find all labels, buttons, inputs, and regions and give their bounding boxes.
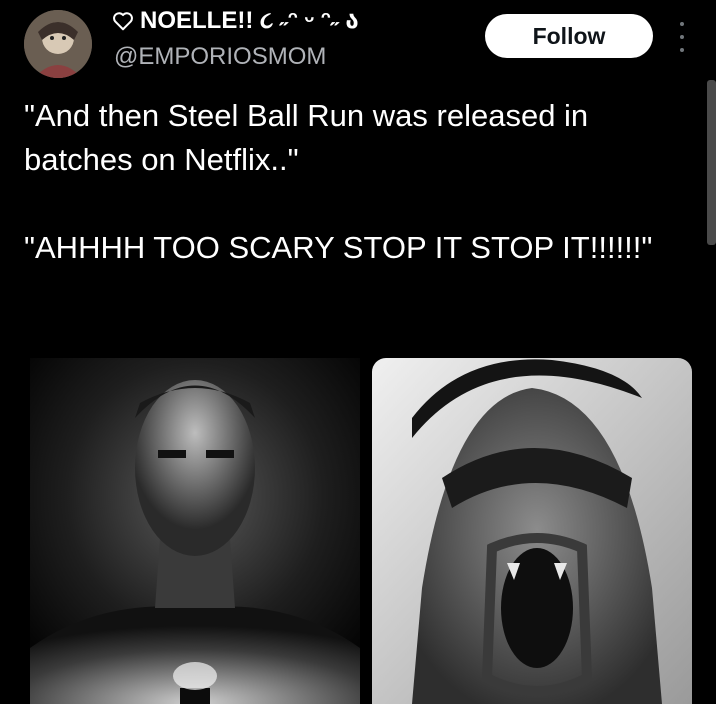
- user-handle[interactable]: @EMPORIOSMOM: [114, 43, 326, 71]
- follow-button[interactable]: Follow: [485, 14, 653, 58]
- avatar-image: [24, 10, 92, 78]
- tweet-text: "And then Steel Ball Run was released in…: [24, 94, 694, 270]
- media-grid: [30, 358, 696, 704]
- media-image-right[interactable]: [372, 358, 692, 704]
- tweet-text-line: "And then Steel Ball Run was released in…: [24, 98, 589, 177]
- avatar[interactable]: [24, 10, 92, 78]
- more-vertical-icon[interactable]: [672, 22, 692, 52]
- display-name-text: NOELLE!! ૮ ˶ᵔ ᵕ ᵔ˶ ა: [140, 7, 359, 34]
- display-name[interactable]: NOELLE!! ૮ ˶ᵔ ᵕ ᵔ˶ ა: [112, 6, 359, 35]
- heart-outline-icon: [112, 10, 134, 32]
- media-image-left[interactable]: [30, 358, 360, 704]
- tweet-text-line: "AHHHH TOO SCARY STOP IT STOP IT!!!!!!": [24, 230, 653, 265]
- tweet-card: NOELLE!! ૮ ˶ᵔ ᵕ ᵔ˶ ა @EMPORIOSMOM Follow…: [0, 0, 716, 704]
- scrollbar[interactable]: [707, 80, 716, 245]
